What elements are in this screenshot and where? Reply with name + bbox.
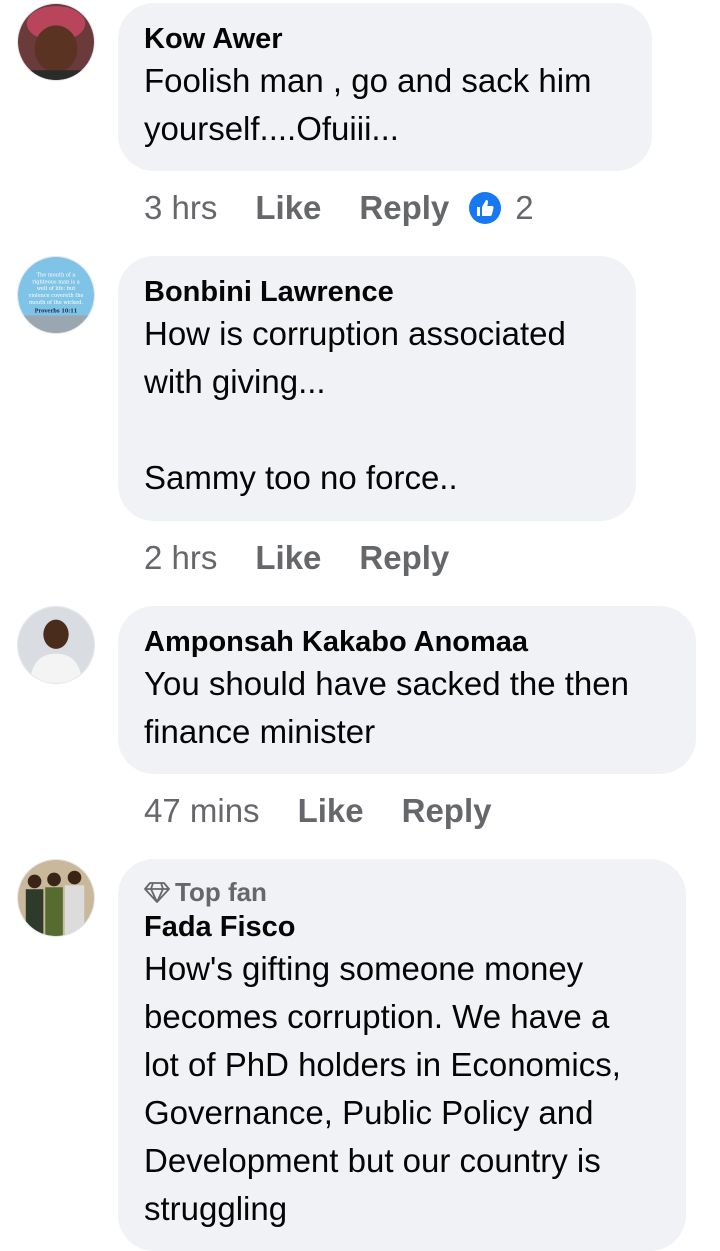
- comment-author[interactable]: Fada Fisco: [144, 909, 660, 945]
- avatar[interactable]: [17, 3, 95, 81]
- avatar-verse-line: violence covereth the: [27, 293, 83, 299]
- thumbs-up-icon: [469, 192, 502, 224]
- avatar-verse-line: well of life: but: [37, 286, 76, 292]
- avatar[interactable]: [17, 859, 95, 937]
- reaction-count: 2: [515, 189, 534, 226]
- comment-actions: 2 hrs Like Reply: [144, 536, 487, 580]
- reaction-summary[interactable]: 2: [469, 189, 534, 227]
- reply-button[interactable]: Reply: [359, 189, 449, 227]
- comment-time[interactable]: 47 mins: [144, 792, 260, 830]
- avatar[interactable]: The mouth of a righteous man is a well o…: [17, 256, 95, 334]
- top-fan-label: Top fan: [175, 877, 267, 907]
- comment-text: How is corruption associated with giving…: [144, 315, 566, 496]
- diamond-icon: [144, 882, 170, 903]
- avatar-verse-line: mouth of the wicked.: [29, 300, 83, 306]
- comment-actions: 47 mins Like Reply: [144, 789, 529, 833]
- comment-text: How's gifting someone money becomes corr…: [144, 950, 621, 1227]
- comment-author[interactable]: Bonbini Lawrence: [144, 274, 610, 310]
- like-button[interactable]: Like: [298, 792, 364, 830]
- comment-actions: 3 hrs Like Reply 2: [144, 186, 534, 230]
- comment-bubble: Top fan Fada Fisco How's gifting someone…: [118, 859, 686, 1251]
- avatar-verse-line: righteous man is a: [32, 279, 79, 285]
- reply-button[interactable]: Reply: [402, 792, 492, 830]
- comment-bubble: Kow Awer Foolish man , go and sack him y…: [118, 3, 652, 171]
- comment-text: Foolish man , go and sack him yourself..…: [144, 62, 592, 147]
- avatar-verse-line: Proverbs 10:11: [35, 309, 78, 315]
- like-button[interactable]: Like: [255, 539, 321, 577]
- comment-bubble: Amponsah Kakabo Anomaa You should have s…: [118, 606, 696, 774]
- comment-author[interactable]: Amponsah Kakabo Anomaa: [144, 624, 670, 660]
- top-fan-badge: Top fan: [144, 875, 660, 909]
- comment-time[interactable]: 3 hrs: [144, 189, 217, 227]
- comment-bubble: Bonbini Lawrence How is corruption assoc…: [118, 256, 636, 521]
- avatar-verse-line: The mouth of a: [37, 272, 76, 278]
- like-button[interactable]: Like: [255, 189, 321, 227]
- comment-text: You should have sacked the then finance …: [144, 665, 629, 750]
- comment-time[interactable]: 2 hrs: [144, 539, 217, 577]
- reply-button[interactable]: Reply: [359, 539, 449, 577]
- avatar[interactable]: [17, 606, 95, 684]
- comment-author[interactable]: Kow Awer: [144, 21, 626, 57]
